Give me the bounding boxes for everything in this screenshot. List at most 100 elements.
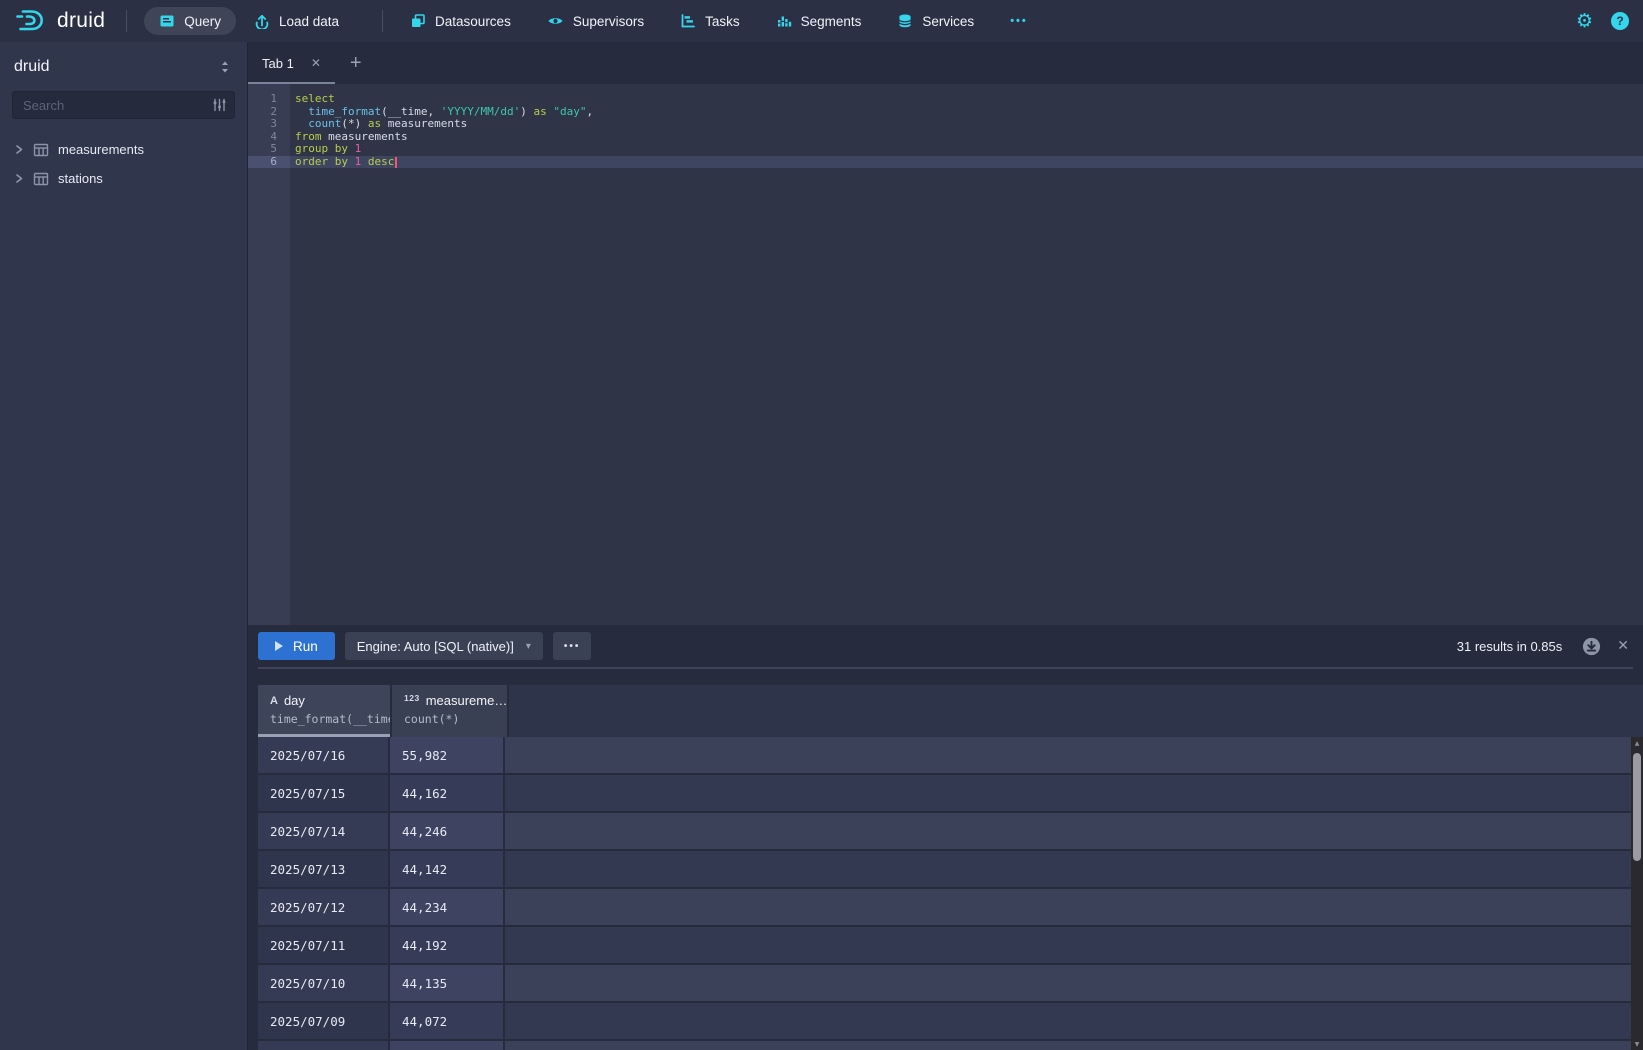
nav-item-services[interactable]: Services — [887, 7, 984, 35]
cell-day[interactable]: 2025/07/16 — [258, 737, 390, 775]
top-navbar: druid Query Load data — [0, 0, 1643, 42]
help-icon[interactable]: ? — [1611, 12, 1629, 30]
query-more-button[interactable]: ••• — [553, 632, 592, 660]
supervisors-icon — [547, 13, 564, 29]
table-row[interactable]: 2025/07/1655,982 — [258, 737, 1643, 775]
scroll-up-icon[interactable]: ▲ — [1631, 737, 1643, 749]
tree-item-stations[interactable]: stations — [12, 164, 235, 193]
engine-label: Engine: Auto [SQL (native)] — [357, 639, 514, 654]
nav-item-supervisors[interactable]: Supervisors — [537, 7, 654, 35]
editor-line[interactable]: 4from measurements — [248, 131, 1643, 144]
table-row[interactable]: 2025/07/1444,246 — [258, 813, 1643, 851]
search-input[interactable] — [12, 91, 235, 119]
add-tab-button[interactable]: + — [335, 42, 377, 84]
nav-item-datasources[interactable]: Datasources — [400, 7, 521, 35]
column-header-measurements[interactable]: 123 measureme… count(*) — [392, 685, 507, 737]
navbar-divider — [382, 10, 383, 32]
query-icon — [159, 13, 175, 29]
code-token: select — [295, 92, 335, 105]
cell-measurements[interactable]: 55,982 — [390, 737, 505, 775]
column-header-day[interactable]: A day time_format(__time,… — [258, 685, 390, 737]
download-results-icon[interactable] — [1582, 637, 1601, 656]
results-table: A day time_format(__time,… 123 measureme… — [258, 685, 1643, 1050]
schema-name: druid — [14, 58, 50, 76]
table-header-row: A day time_format(__time,… 123 measureme… — [258, 685, 1643, 737]
close-results-icon[interactable]: ✕ — [1617, 638, 1629, 654]
cell-measurements[interactable]: 44,135 — [390, 965, 505, 1003]
line-number: 1 — [248, 93, 290, 106]
tree-item-label: measurements — [58, 142, 144, 157]
table-icon — [33, 142, 49, 158]
plus-icon: + — [350, 52, 362, 75]
table-row[interactable]: 2025/07/1044,135 — [258, 965, 1643, 1003]
cell-day[interactable] — [258, 1041, 390, 1050]
cell-measurements[interactable]: 44,234 — [390, 889, 505, 927]
table-row[interactable] — [258, 1041, 1643, 1050]
code-token — [295, 105, 308, 118]
column-name: day — [284, 693, 305, 708]
cell-day[interactable]: 2025/07/11 — [258, 927, 390, 965]
nav-item-label: Load data — [279, 14, 339, 29]
cell-measurements[interactable]: 44,162 — [390, 775, 505, 813]
code-token: (*) — [341, 117, 368, 130]
sql-editor[interactable]: 1select2 time_format(__time, 'YYYY/MM/dd… — [248, 84, 1643, 625]
code-token: 1 — [355, 142, 362, 155]
editor-line[interactable]: 6order by 1 desc — [248, 156, 1643, 169]
nav-more-button[interactable]: ••• — [1000, 9, 1038, 33]
table-row[interactable]: 2025/07/0944,072 — [258, 1003, 1643, 1041]
code-token: (__time, — [381, 105, 441, 118]
nav-item-segments[interactable]: Segments — [766, 7, 872, 35]
engine-select-button[interactable]: Engine: Auto [SQL (native)] ▾ — [345, 632, 543, 660]
druid-brand[interactable]: druid — [14, 6, 105, 36]
header-filler — [509, 685, 1643, 737]
tab-close-icon[interactable]: ✕ — [311, 56, 321, 70]
line-number: 6 — [248, 156, 290, 169]
cell-day[interactable]: 2025/07/14 — [258, 813, 390, 851]
line-number: 4 — [248, 131, 290, 144]
nav-item-load-data[interactable]: Load data — [244, 7, 349, 35]
table-row[interactable]: 2025/07/1344,142 — [258, 851, 1643, 889]
tab-tab1[interactable]: Tab 1 ✕ — [248, 42, 335, 84]
nav-item-tasks[interactable]: Tasks — [670, 7, 750, 35]
schema-selector[interactable]: druid — [12, 58, 235, 76]
line-number: 3 — [248, 118, 290, 131]
code-token: 'YYYY/MM/dd' — [441, 105, 520, 118]
editor-line[interactable]: 3 count(*) as measurements — [248, 118, 1643, 131]
cell-day[interactable]: 2025/07/12 — [258, 889, 390, 927]
cell-measurements[interactable]: 44,072 — [390, 1003, 505, 1041]
table-row[interactable]: 2025/07/1144,192 — [258, 927, 1643, 965]
code-token: as — [368, 117, 381, 130]
scrollbar-thumb[interactable] — [1633, 753, 1641, 861]
nav-item-query[interactable]: Query — [144, 7, 236, 35]
query-workbench: Tab 1 ✕ + 1select2 time_format(__time, '… — [248, 42, 1643, 1050]
cell-day[interactable]: 2025/07/09 — [258, 1003, 390, 1041]
editor-line[interactable]: 5group by 1 — [248, 143, 1643, 156]
column-expression: count(*) — [404, 712, 507, 726]
table-row[interactable]: 2025/07/1244,234 — [258, 889, 1643, 927]
text-cursor — [395, 157, 397, 168]
cell-measurements[interactable] — [390, 1041, 505, 1050]
row-filler — [505, 775, 1643, 813]
brand-name: druid — [57, 9, 105, 33]
row-filler — [505, 1041, 1643, 1050]
scroll-down-icon[interactable]: ▼ — [1631, 1038, 1643, 1050]
cell-day[interactable]: 2025/07/10 — [258, 965, 390, 1003]
cell-measurements[interactable]: 44,192 — [390, 927, 505, 965]
run-button[interactable]: Run — [258, 632, 335, 660]
cell-measurements[interactable]: 44,246 — [390, 813, 505, 851]
tree-item-measurements[interactable]: measurements — [12, 135, 235, 164]
results-scrollbar[interactable]: ▲ ▼ — [1631, 737, 1643, 1050]
tab-bar: Tab 1 ✕ + — [248, 42, 1643, 84]
table-row[interactable]: 2025/07/1544,162 — [258, 775, 1643, 813]
code-token — [361, 155, 368, 168]
settings-gear-icon[interactable]: ⚙ — [1576, 12, 1593, 31]
code-text: order by 1 desc — [290, 156, 397, 169]
filter-options-icon[interactable] — [212, 98, 227, 112]
cell-measurements[interactable]: 44,142 — [390, 851, 505, 889]
editor-lines: 1select2 time_format(__time, 'YYYY/MM/dd… — [248, 84, 1643, 168]
code-token: ) — [520, 105, 533, 118]
row-filler — [505, 965, 1643, 1003]
cell-day[interactable]: 2025/07/15 — [258, 775, 390, 813]
more-icon: ••• — [564, 641, 581, 652]
cell-day[interactable]: 2025/07/13 — [258, 851, 390, 889]
